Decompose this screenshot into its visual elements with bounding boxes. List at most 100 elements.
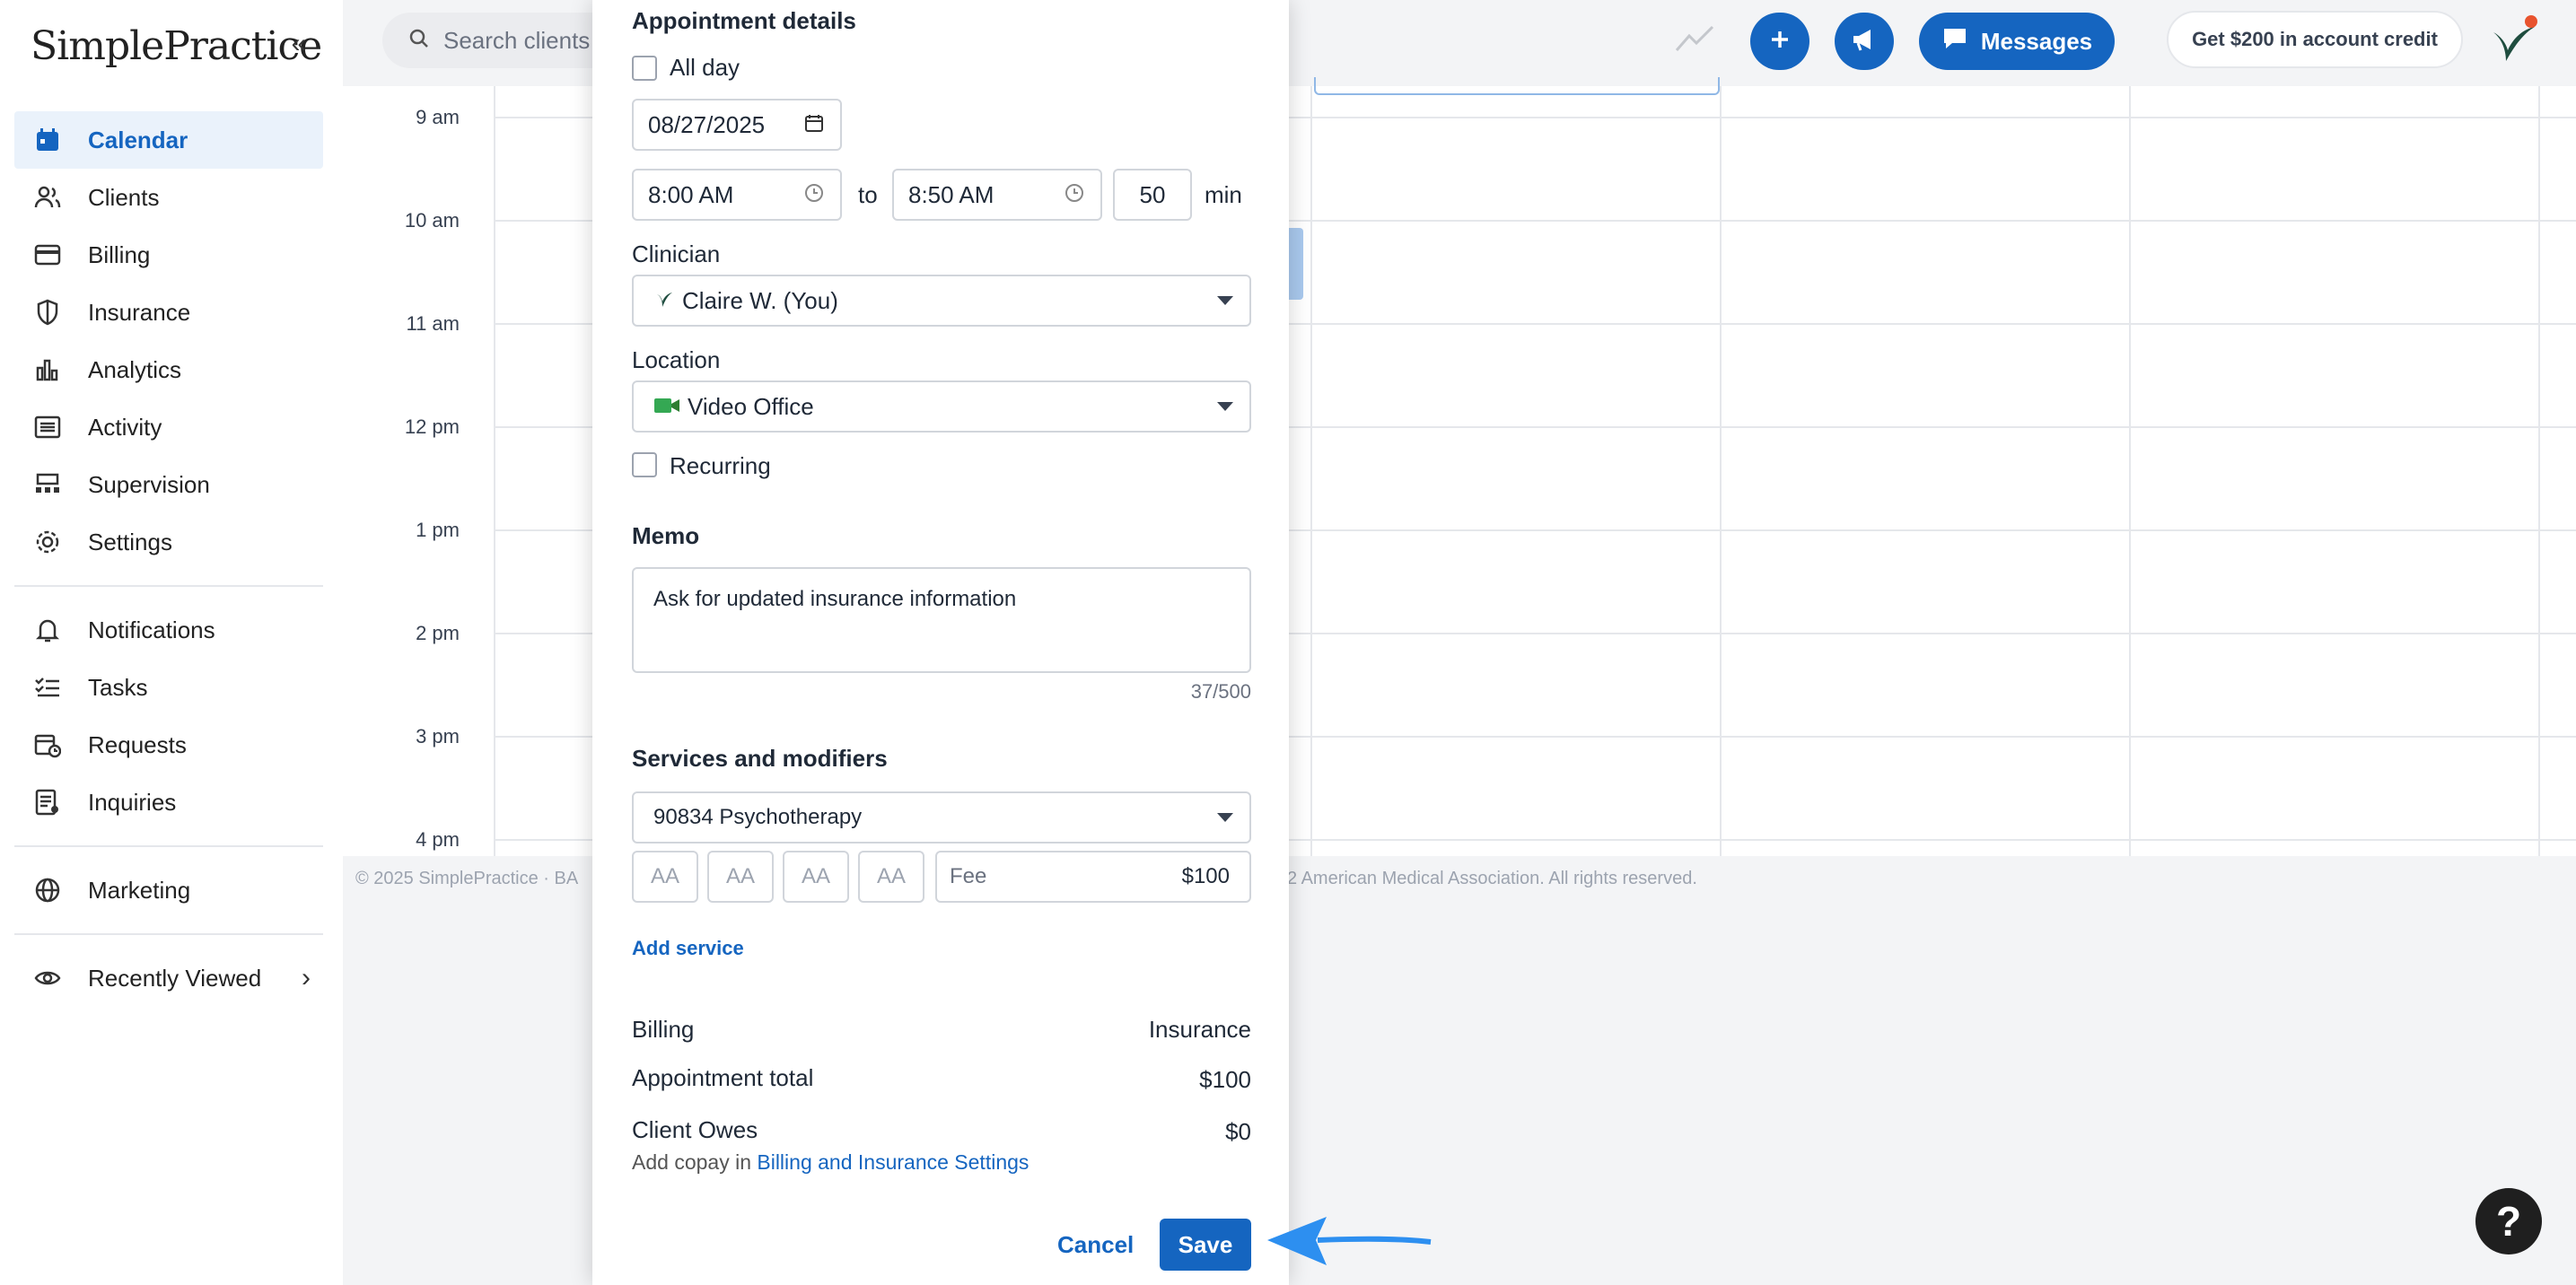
time-label: 3 pm xyxy=(416,725,460,747)
grid-line xyxy=(1310,86,1312,856)
help-button[interactable]: ? xyxy=(2475,1188,2542,1254)
services-heading: Services and modifiers xyxy=(632,745,888,772)
time-label: 4 pm xyxy=(416,828,460,851)
sidebar-item-label: Tasks xyxy=(88,673,148,701)
billing-settings-link[interactable]: Billing and Insurance Settings xyxy=(757,1150,1029,1174)
duration-unit-label: min xyxy=(1205,181,1242,208)
all-day-checkbox[interactable] xyxy=(632,56,657,81)
sidebar-item-calendar[interactable]: Calendar xyxy=(14,111,323,169)
chat-bubble-icon xyxy=(1941,26,1968,57)
clinician-select[interactable]: Claire W. (You) xyxy=(632,275,1251,327)
chevron-right-icon: › xyxy=(302,963,311,992)
sidebar-item-label: Analytics xyxy=(88,355,182,383)
sidebar-item-supervision[interactable]: Supervision xyxy=(14,456,323,513)
end-time-field[interactable]: 8:50 AM xyxy=(892,169,1102,221)
sidebar-item-recently-viewed[interactable]: Recently Viewed › xyxy=(14,949,323,1007)
search-icon xyxy=(409,27,429,55)
sidebar-item-notifications[interactable]: Notifications xyxy=(14,601,323,659)
eye-icon xyxy=(32,963,63,993)
sidebar-item-label: Settings xyxy=(88,528,172,555)
date-field[interactable]: 08/27/2025 xyxy=(632,99,842,151)
duration-input[interactable]: 50 xyxy=(1113,169,1192,221)
sidebar-item-requests[interactable]: Requests xyxy=(14,716,323,774)
sidebar-item-clients[interactable]: Clients xyxy=(14,169,323,226)
fee-input[interactable]: Fee $100 xyxy=(935,851,1251,903)
copay-text: Add copay in xyxy=(632,1150,751,1174)
footer-ama-notice: 2 American Medical Association. All righ… xyxy=(1287,869,1697,888)
sidebar-item-tasks[interactable]: Tasks xyxy=(14,659,323,716)
time-label: 9 am xyxy=(416,106,460,128)
sidebar-item-activity[interactable]: Activity xyxy=(14,398,323,456)
grid-line xyxy=(2129,86,2131,856)
add-button[interactable] xyxy=(1750,13,1809,70)
cancel-button[interactable]: Cancel xyxy=(1057,1231,1134,1259)
bar-chart-icon xyxy=(32,354,63,385)
grid-line xyxy=(1720,86,1722,856)
fee-value: $100 xyxy=(1181,864,1230,888)
selected-slot[interactable] xyxy=(1314,77,1720,95)
service-select[interactable]: 90834 Psychotherapy xyxy=(632,791,1251,844)
sidebar-item-label: Supervision xyxy=(88,470,210,498)
memo-heading: Memo xyxy=(632,522,700,549)
nav-divider xyxy=(14,845,323,847)
recurring-label: Recurring xyxy=(670,452,771,479)
recurring-checkbox[interactable] xyxy=(632,452,657,477)
inquiries-icon xyxy=(32,787,63,817)
footer-copyright: © 2025 SimplePractice · BA xyxy=(355,869,579,888)
modifier-input-4[interactable]: AA xyxy=(858,851,924,903)
nav-divider xyxy=(14,933,323,935)
all-day-label: All day xyxy=(670,54,740,81)
gear-icon xyxy=(32,527,63,557)
memo-textarea[interactable]: Ask for updated insurance information xyxy=(632,567,1251,673)
add-service-link[interactable]: Add service xyxy=(632,937,744,960)
calendar-icon xyxy=(32,125,63,155)
appointment-panel: Appointment details All day 08/27/2025 8… xyxy=(592,0,1289,1285)
billing-value: Insurance xyxy=(1148,1016,1251,1043)
sidebar-item-inquiries[interactable]: Inquiries xyxy=(14,774,323,831)
chevron-down-icon xyxy=(1217,296,1233,305)
avatar[interactable] xyxy=(2486,13,2540,66)
save-button[interactable]: Save xyxy=(1160,1219,1251,1271)
sidebar-item-label: Recently Viewed xyxy=(88,964,262,992)
end-time-value: 8:50 AM xyxy=(908,180,994,208)
appointment-details-heading: Appointment details xyxy=(632,7,856,34)
clinician-avatar-icon xyxy=(655,287,673,315)
modifier-input-3[interactable]: AA xyxy=(783,851,849,903)
bell-icon xyxy=(32,615,63,645)
app-logo[interactable]: SimplePractice xyxy=(31,23,322,69)
activity-list-icon xyxy=(32,412,63,442)
shield-icon xyxy=(32,297,63,328)
modifier-input-2[interactable]: AA xyxy=(707,851,774,903)
sidebar-item-billing[interactable]: Billing xyxy=(14,226,323,284)
account-credit-button[interactable]: Get $200 in account credit xyxy=(2167,11,2463,68)
clients-icon xyxy=(32,182,63,213)
sidebar-item-analytics[interactable]: Analytics xyxy=(14,341,323,398)
billing-card-icon xyxy=(32,240,63,270)
sidebar-item-label: Billing xyxy=(88,240,151,268)
service-value: 90834 Psychotherapy xyxy=(653,805,863,829)
trend-icon[interactable] xyxy=(1675,23,1714,58)
announcements-button[interactable] xyxy=(1835,13,1894,70)
client-owes-value: $0 xyxy=(1225,1118,1251,1145)
billing-label: Billing xyxy=(632,1016,695,1043)
appointment-total-label: Appointment total xyxy=(632,1064,814,1091)
messages-button[interactable]: Messages xyxy=(1919,13,2115,70)
sidebar-item-label: Inquiries xyxy=(88,788,177,816)
modifier-input-1[interactable]: AA xyxy=(632,851,698,903)
copay-note: Add copay in Billing and Insurance Setti… xyxy=(632,1150,1029,1175)
requests-calendar-icon xyxy=(32,730,63,760)
collapse-sidebar-icon[interactable]: « xyxy=(285,31,312,57)
sidebar-item-label: Clients xyxy=(88,183,160,211)
time-label: 12 pm xyxy=(404,415,460,438)
location-select[interactable]: Video Office xyxy=(632,380,1251,433)
sidebar-item-insurance[interactable]: Insurance xyxy=(14,284,323,341)
sidebar-item-label: Insurance xyxy=(88,298,191,326)
time-label: 2 pm xyxy=(416,622,460,644)
start-time-field[interactable]: 8:00 AM xyxy=(632,169,842,221)
clock-icon xyxy=(804,181,824,209)
sidebar-item-settings[interactable]: Settings xyxy=(14,513,323,571)
sidebar-item-label: Requests xyxy=(88,730,187,758)
time-label: 11 am xyxy=(406,312,460,335)
sidebar-item-marketing[interactable]: Marketing xyxy=(14,861,323,919)
arrow-annotation-icon xyxy=(1264,1211,1434,1275)
